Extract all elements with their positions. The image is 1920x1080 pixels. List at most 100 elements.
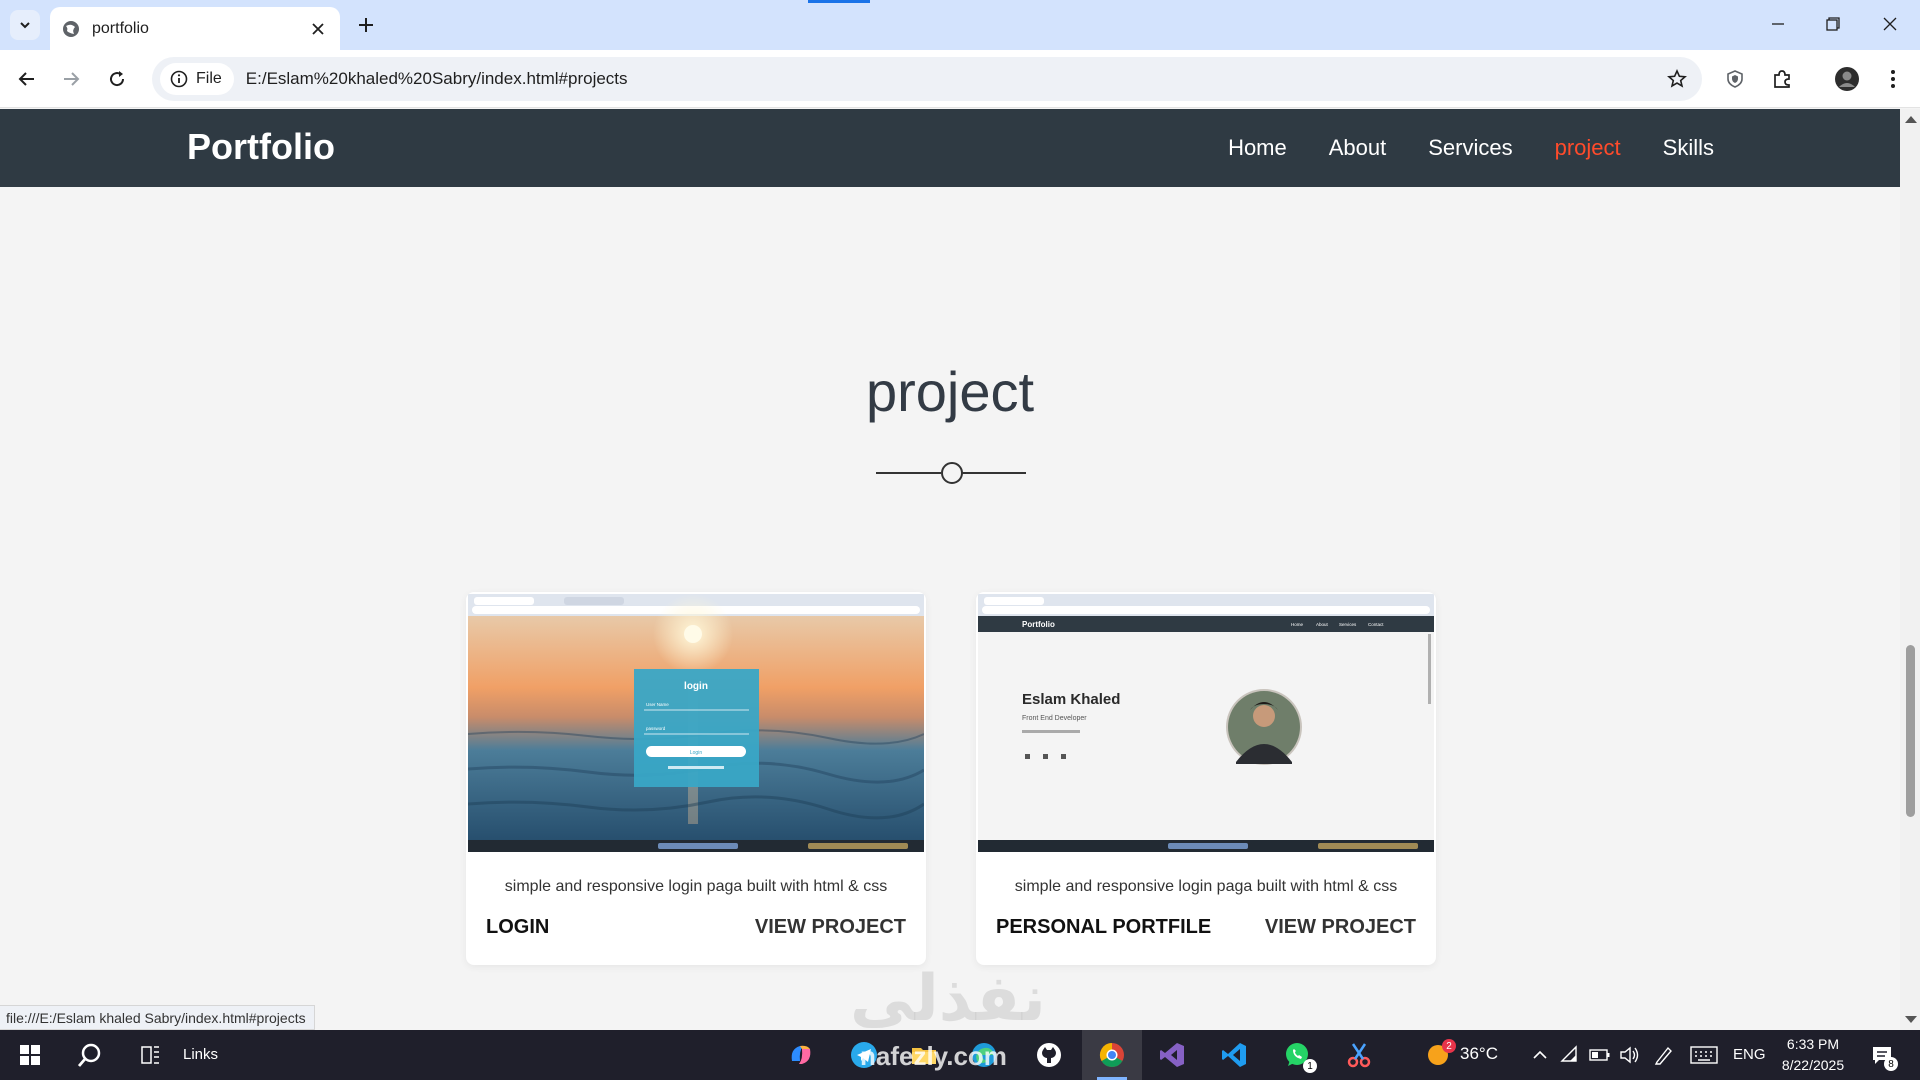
view-project-link[interactable]: VIEW PROJECT [755, 916, 906, 939]
battery-icon [1589, 1049, 1610, 1061]
scrollbar-thumb[interactable] [1906, 645, 1915, 817]
thumb-login-title: login [684, 681, 708, 692]
watermark-text: nafezly.com [860, 1041, 1007, 1071]
restore-button[interactable] [1813, 8, 1853, 40]
clock-time: 6:33 PM [1786, 1036, 1840, 1052]
clock-date: 8/22/2025 [1781, 1057, 1845, 1073]
link-status-bar: file:///E:/Eslam khaled Sabry/index.html… [0, 1005, 315, 1030]
project-name: LOGIN [486, 916, 550, 938]
thumb-portfolio-heading: Eslam Khaled [1022, 691, 1120, 708]
touch-keyboard-button[interactable] [1686, 1037, 1722, 1073]
task-view-button[interactable] [132, 1037, 168, 1073]
view-project-link[interactable]: VIEW PROJECT [1265, 916, 1416, 939]
taskbar-search-button[interactable] [72, 1037, 108, 1073]
thumb-login-button: Login [690, 750, 702, 756]
volume-indicator[interactable] [1612, 1037, 1648, 1073]
windows-taskbar: Links 1 nafezly.com 2 36°C ENG 6:33 PM 8… [0, 1030, 1920, 1080]
weather-temperature[interactable]: 36°C [1460, 1044, 1498, 1064]
nav-link-project[interactable]: project [1555, 135, 1621, 161]
pen-menu-button[interactable] [1646, 1037, 1682, 1073]
page-viewport: Portfolio Home About Services project Sk… [0, 109, 1900, 1030]
vscode-icon [1222, 1043, 1246, 1067]
nav-link-services[interactable]: Services [1428, 135, 1512, 161]
tab-search-button[interactable] [10, 10, 40, 40]
star-icon [1667, 69, 1687, 88]
back-button[interactable] [12, 64, 42, 94]
weather-widget[interactable]: 2 [1420, 1037, 1456, 1073]
address-bar[interactable]: File E:/Eslam%20khaled%20Sabry/index.htm… [152, 57, 1702, 101]
project-card-login: login User Name password Login simple an… [466, 592, 926, 965]
wifi-icon [1560, 1045, 1577, 1062]
puzzle-icon [1774, 70, 1790, 88]
chevron-up-icon [1533, 1050, 1547, 1059]
page-scrollbar[interactable] [1900, 109, 1920, 1030]
plus-icon [359, 18, 373, 32]
notification-center-button[interactable]: 8 [1864, 1037, 1900, 1073]
scroll-up-icon[interactable] [1905, 116, 1917, 123]
close-icon [312, 22, 324, 35]
info-icon [170, 70, 188, 88]
reload-button[interactable] [102, 64, 132, 94]
arrow-left-icon [18, 72, 34, 86]
nav-link-skills[interactable]: Skills [1663, 135, 1714, 161]
url-text[interactable]: E:/Eslam%20khaled%20Sabry/index.html#pro… [246, 69, 1662, 89]
arrow-right-icon [64, 72, 80, 86]
start-button[interactable] [12, 1037, 48, 1073]
task-view-icon [141, 1046, 159, 1064]
url-scheme-label: File [196, 70, 222, 87]
watermark-logo: نفذلي [850, 962, 1046, 1036]
site-info-chip[interactable]: File [160, 63, 234, 95]
minimize-icon [1772, 23, 1784, 25]
notification-badge: 8 [1884, 1057, 1898, 1071]
project-thumbnail-portfolio[interactable]: Portfolio Home About Services Contact Es… [978, 594, 1434, 852]
profile-button[interactable] [1832, 64, 1862, 94]
new-tab-button[interactable] [353, 12, 379, 38]
weather-badge: 2 [1442, 1039, 1456, 1053]
site-navbar: Portfolio Home About Services project Sk… [0, 109, 1900, 187]
thumb-portfolio-subheading: Front End Developer [1022, 715, 1087, 722]
loading-indicator [808, 0, 870, 3]
project-thumbnail-login[interactable]: login User Name password Login [468, 594, 924, 852]
tab-strip: portfolio [0, 0, 1920, 50]
chrome-icon [1099, 1043, 1124, 1068]
thumb-nav-about: About [1316, 622, 1329, 627]
browser-toolbar: File E:/Eslam%20khaled%20Sabry/index.htm… [0, 50, 1920, 108]
browser-menu-button[interactable] [1878, 64, 1908, 94]
window-close-button[interactable] [1870, 8, 1910, 40]
whatsapp-badge: 1 [1303, 1059, 1317, 1073]
minimize-button[interactable] [1758, 8, 1798, 40]
input-language[interactable]: ENG [1733, 1046, 1766, 1063]
thumb-nav-home: Home [1291, 622, 1304, 627]
vscode-app[interactable] [1216, 1037, 1252, 1073]
thumb-nav-contact: Contact [1368, 622, 1384, 627]
site-logo[interactable]: Portfolio [187, 126, 335, 168]
snipping-tool-app[interactable] [1341, 1037, 1377, 1073]
chrome-app[interactable] [1094, 1037, 1130, 1073]
tab-title: portfolio [92, 19, 149, 37]
search-icon [77, 1043, 101, 1067]
links-toolbar-label[interactable]: Links [183, 1046, 218, 1063]
project-card-portfolio: Portfolio Home About Services Contact Es… [976, 592, 1436, 965]
clock[interactable]: 6:33 PM 8/22/2025 [1776, 1034, 1850, 1076]
pen-icon [1654, 1046, 1672, 1065]
browser-tab[interactable]: portfolio [50, 7, 340, 50]
project-description: simple and responsive login paga built w… [1014, 878, 1398, 895]
shield-extension-button[interactable] [1720, 64, 1750, 94]
thumb-login-field2: password [646, 726, 666, 731]
nav-link-home[interactable]: Home [1228, 135, 1287, 161]
extensions-button[interactable] [1767, 64, 1797, 94]
keyboard-icon [1690, 1046, 1718, 1064]
nav-link-about[interactable]: About [1329, 135, 1387, 161]
bookmark-button[interactable] [1662, 64, 1692, 94]
visual-studio-app[interactable] [1154, 1037, 1190, 1073]
section-title: project [865, 360, 1035, 423]
whatsapp-app[interactable]: 1 [1279, 1037, 1317, 1073]
windows-icon [20, 1045, 40, 1065]
close-icon [1883, 17, 1897, 31]
scroll-down-icon[interactable] [1905, 1016, 1917, 1023]
copilot-app[interactable] [783, 1037, 819, 1073]
tab-close-button[interactable] [308, 19, 328, 39]
forward-button[interactable] [56, 64, 86, 94]
chevron-down-icon [20, 22, 30, 29]
github-app[interactable] [1031, 1037, 1067, 1073]
